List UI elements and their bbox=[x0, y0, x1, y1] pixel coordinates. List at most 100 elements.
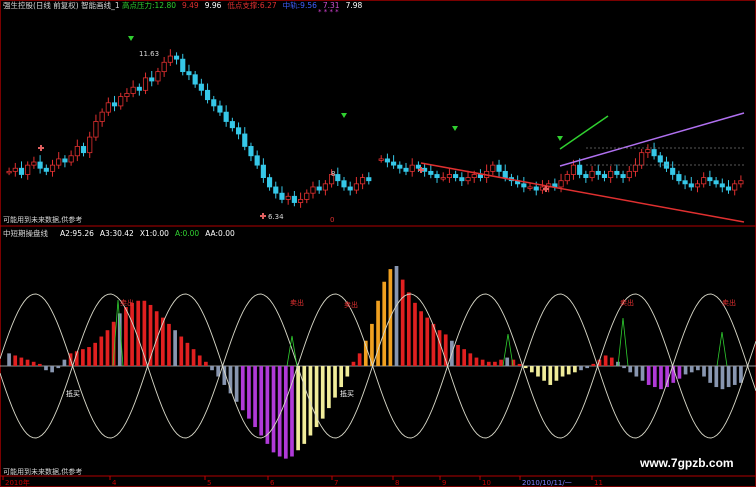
top-left-marker: 0 bbox=[330, 216, 334, 224]
candle-body bbox=[391, 161, 397, 166]
violet-trend-line bbox=[559, 112, 745, 167]
candle-body bbox=[341, 180, 347, 188]
candle-body bbox=[149, 77, 155, 82]
candle-body bbox=[12, 167, 18, 172]
support-line bbox=[420, 162, 745, 223]
candle-body bbox=[31, 161, 37, 166]
candle-body bbox=[670, 167, 676, 175]
candle-body bbox=[477, 174, 483, 179]
candle-body bbox=[211, 99, 217, 107]
candle-body bbox=[68, 155, 74, 163]
candle-body bbox=[260, 164, 266, 178]
stock-chart-canvas: 强生控股(日线 前复权) 智能画线_1 高点压力:12.80 9.49 9.96 低点… bbox=[0, 0, 756, 487]
candle-body bbox=[738, 180, 744, 185]
candle-body bbox=[111, 102, 118, 107]
candle-body bbox=[235, 127, 242, 135]
candle-body bbox=[409, 164, 415, 172]
top-panel-title: 强生控股(日线 前复权) 智能画线_1 bbox=[3, 0, 120, 10]
candle-body bbox=[682, 180, 688, 185]
candle-body bbox=[645, 149, 651, 154]
candle-body bbox=[167, 55, 173, 63]
candle-body bbox=[186, 71, 192, 76]
sell-signal-label: 卖出 bbox=[620, 298, 634, 307]
candle-body bbox=[124, 93, 130, 97]
candle-body bbox=[725, 186, 732, 191]
candle-body bbox=[273, 186, 279, 194]
candle-body bbox=[564, 174, 570, 182]
top-header-item-6: 7.98 bbox=[346, 1, 363, 10]
candle-body bbox=[291, 195, 297, 203]
candle-body bbox=[701, 177, 707, 185]
sell-signal-label: 卖出 bbox=[120, 298, 134, 307]
sell-signal-label: 卖出 bbox=[290, 298, 304, 307]
candle-body bbox=[384, 158, 390, 163]
candle-body bbox=[93, 121, 99, 138]
time-tick-label: 7 bbox=[334, 479, 338, 487]
sell-arrow-icon bbox=[452, 126, 458, 131]
candle-body bbox=[136, 86, 142, 91]
candle-body bbox=[403, 167, 409, 172]
candle-body bbox=[378, 158, 384, 161]
candle-body bbox=[595, 170, 601, 175]
candle-body bbox=[56, 158, 62, 166]
sell-signal-label: 卖出 bbox=[722, 298, 736, 307]
signal-spike bbox=[716, 331, 728, 367]
candle-body bbox=[279, 192, 285, 200]
candle-body bbox=[502, 170, 508, 179]
sell-arrow-icon bbox=[128, 36, 134, 41]
candle-body bbox=[707, 177, 713, 182]
candle-body bbox=[204, 89, 211, 101]
top-marks: * * * * bbox=[318, 8, 339, 16]
top-header-item-0: 高点压力:12.80 bbox=[122, 0, 176, 10]
candle-body bbox=[6, 170, 12, 174]
bottom-header-item-4: AA:0.00 bbox=[205, 229, 235, 238]
candle-body bbox=[130, 86, 136, 94]
top-header-item-2: 9.96 bbox=[205, 1, 222, 10]
candle-body bbox=[366, 177, 372, 182]
candle-body bbox=[732, 183, 738, 191]
buy-cross-icon bbox=[260, 213, 266, 219]
candle-body bbox=[719, 183, 725, 188]
candle-body bbox=[229, 121, 235, 129]
candle-body bbox=[267, 177, 273, 188]
candle-body bbox=[676, 174, 682, 182]
candle-body bbox=[428, 170, 434, 175]
candle-body bbox=[533, 186, 539, 191]
candle-body bbox=[310, 186, 316, 194]
candlestick-plot bbox=[6, 49, 744, 208]
candle-body bbox=[713, 180, 719, 185]
candle-body bbox=[74, 146, 80, 157]
candle-body bbox=[347, 186, 353, 191]
candle-body bbox=[304, 192, 310, 200]
candle-body bbox=[18, 167, 25, 175]
sell-arrow-icon bbox=[341, 113, 347, 118]
candle-body bbox=[161, 61, 167, 73]
top-footnote: 可能用到未来数据,供参考 bbox=[3, 215, 82, 224]
bottom-panel-title: 中短期操盘线 bbox=[3, 228, 48, 238]
candle-body bbox=[37, 161, 43, 169]
time-tick-label: 5 bbox=[207, 479, 211, 487]
time-tick-label: 9 bbox=[442, 479, 446, 487]
bottom-header-item-2: X1:0.00 bbox=[140, 229, 169, 238]
signal-spike bbox=[617, 317, 629, 367]
candle-body bbox=[446, 174, 452, 179]
candle-body bbox=[99, 111, 105, 122]
top-header-item-3: 低点支撑:6.27 bbox=[227, 0, 276, 10]
candle-body bbox=[80, 146, 87, 154]
candle-body bbox=[62, 158, 68, 163]
candle-body bbox=[465, 177, 471, 182]
time-tick-label: 4 bbox=[112, 479, 117, 487]
time-axis: 2010年 4 5 6 7 8 9 10 2010/10/11/一 11 bbox=[2, 476, 603, 487]
chart-frame bbox=[0, 0, 756, 487]
candle-body bbox=[527, 186, 533, 189]
candle-body bbox=[285, 195, 291, 200]
bottom-footnote: 可能用到未来数据,供参考 bbox=[3, 467, 82, 476]
candle-body bbox=[25, 164, 31, 175]
candle-body bbox=[217, 105, 223, 113]
candle-body bbox=[521, 183, 527, 188]
candle-body bbox=[608, 170, 614, 179]
candle-body bbox=[626, 170, 632, 179]
candle-body bbox=[335, 174, 341, 182]
candle-body bbox=[601, 174, 608, 179]
candle-body bbox=[440, 177, 446, 180]
